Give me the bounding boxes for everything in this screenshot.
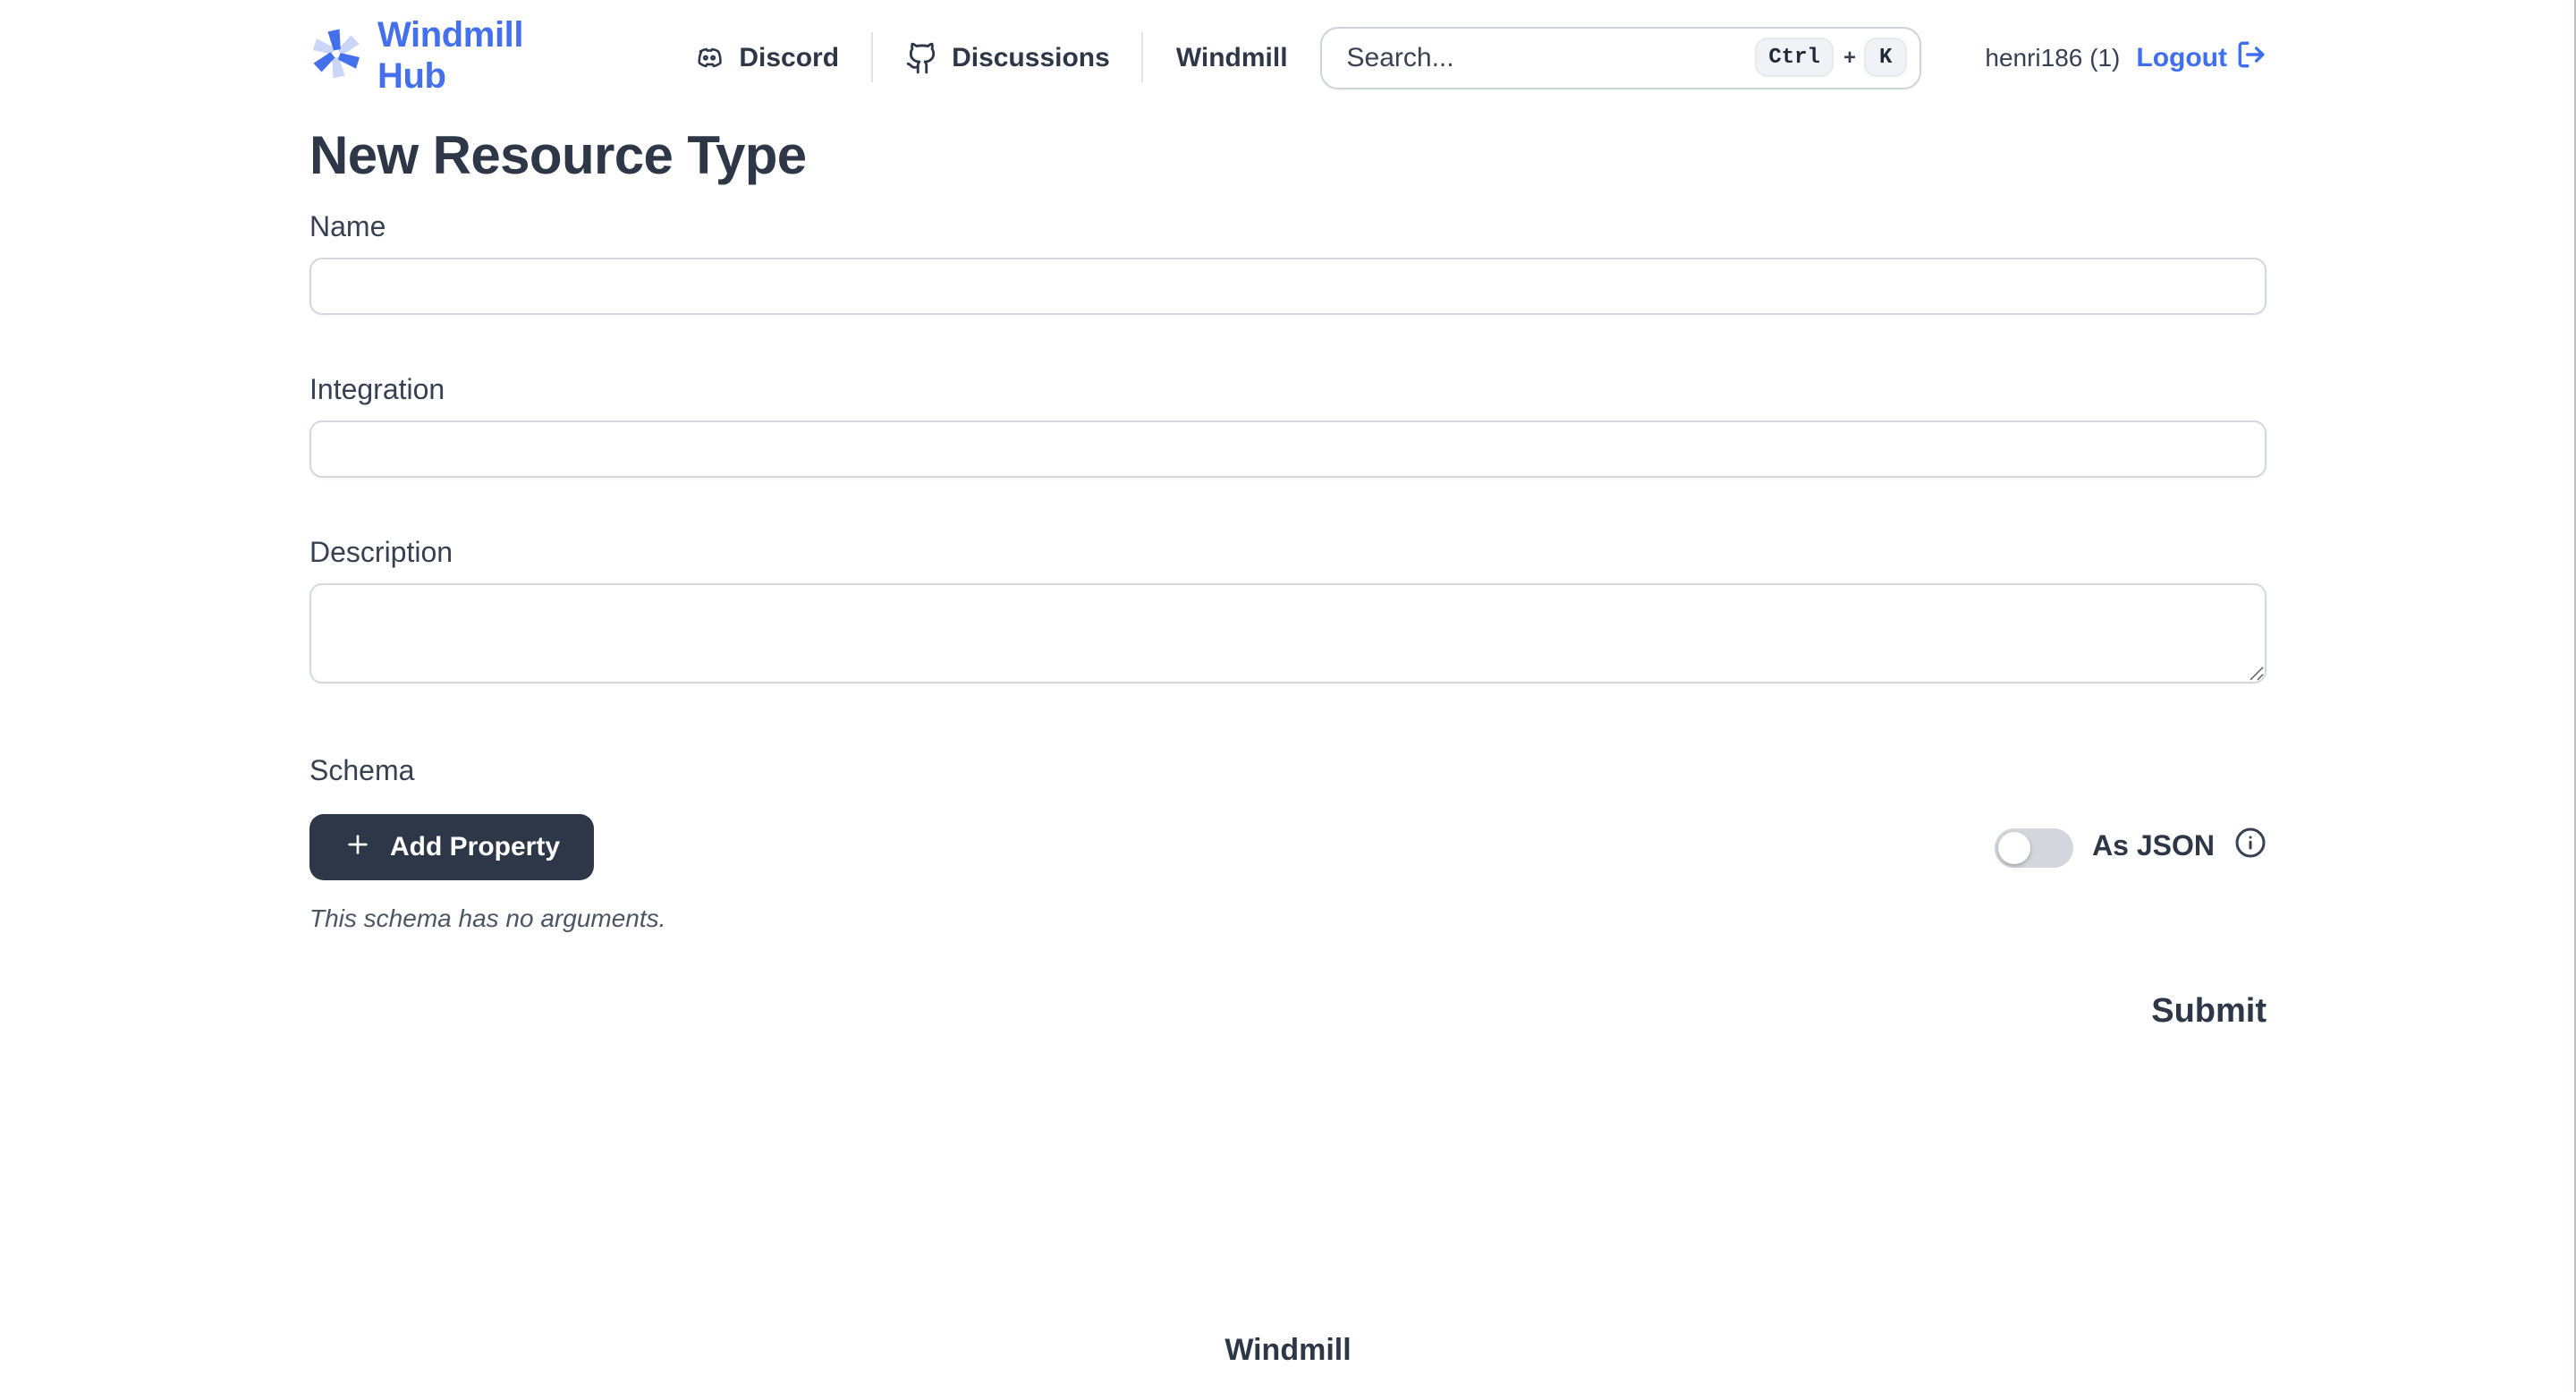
kbd-k: K (1865, 38, 1906, 78)
as-json-toggle[interactable] (1994, 828, 2072, 867)
page-footer: Windmill (0, 1333, 2576, 1369)
nav-item-discussions[interactable]: Discussions (873, 40, 1142, 74)
info-icon[interactable] (2234, 827, 2267, 868)
submit-row: Submit (309, 993, 2267, 1032)
discord-icon (692, 40, 726, 74)
schema-toolbar: Add Property As JSON (309, 814, 2267, 880)
top-navbar: Windmill Hub Discord (0, 0, 2576, 115)
description-field-group: Description (309, 537, 2267, 692)
nav-item-windmill[interactable]: Windmill (1144, 42, 1320, 72)
page: Windmill Hub Discord (0, 0, 2576, 1392)
name-field-group: Name (309, 211, 2267, 315)
name-input[interactable] (309, 258, 2267, 315)
global-search: Ctrl + K (1320, 26, 1921, 89)
add-property-button[interactable]: Add Property (309, 814, 594, 880)
main-nav: Discord Discussions Windmill (660, 32, 1319, 82)
schema-section-label: Schema (309, 755, 2267, 791)
windmill-logo-icon (309, 26, 363, 89)
new-resource-type-form: New Resource Type Name Integration Descr… (0, 125, 2576, 1032)
github-icon (905, 40, 939, 74)
nav-item-discord[interactable]: Discord (660, 40, 871, 74)
search-shortcut: Ctrl + K (1754, 26, 1906, 89)
add-property-label: Add Property (390, 832, 560, 862)
logout-link[interactable]: Logout (2136, 38, 2267, 76)
description-textarea[interactable] (309, 583, 2267, 683)
description-label: Description (309, 537, 2267, 573)
nav-label-discord: Discord (739, 42, 839, 72)
as-json-label: As JSON (2092, 831, 2215, 863)
schema-empty-note: This schema has no arguments. (309, 902, 2267, 934)
plus-icon (343, 829, 372, 865)
nav-label-windmill: Windmill (1176, 42, 1288, 72)
kbd-ctrl: Ctrl (1754, 38, 1835, 78)
brand-title: Windmill Hub (377, 16, 571, 98)
logout-label: Logout (2136, 42, 2227, 72)
as-json-control: As JSON (1994, 827, 2267, 868)
username: henri186 (1) (1985, 43, 2120, 72)
brand-logo-link[interactable]: Windmill Hub (309, 16, 571, 98)
integration-label: Integration (309, 374, 2267, 410)
name-label: Name (309, 211, 2267, 247)
nav-label-discussions: Discussions (952, 42, 1110, 72)
user-area: henri186 (1) Logout (1985, 38, 2267, 76)
footer-windmill-link[interactable]: Windmill (1224, 1333, 1351, 1369)
logout-icon (2236, 38, 2267, 76)
integration-field-group: Integration (309, 374, 2267, 478)
page-title: New Resource Type (309, 125, 2267, 190)
toggle-knob (1997, 831, 2029, 863)
submit-button[interactable]: Submit (2151, 993, 2267, 1032)
integration-input[interactable] (309, 420, 2267, 478)
kbd-plus-separator: + (1843, 45, 1856, 70)
